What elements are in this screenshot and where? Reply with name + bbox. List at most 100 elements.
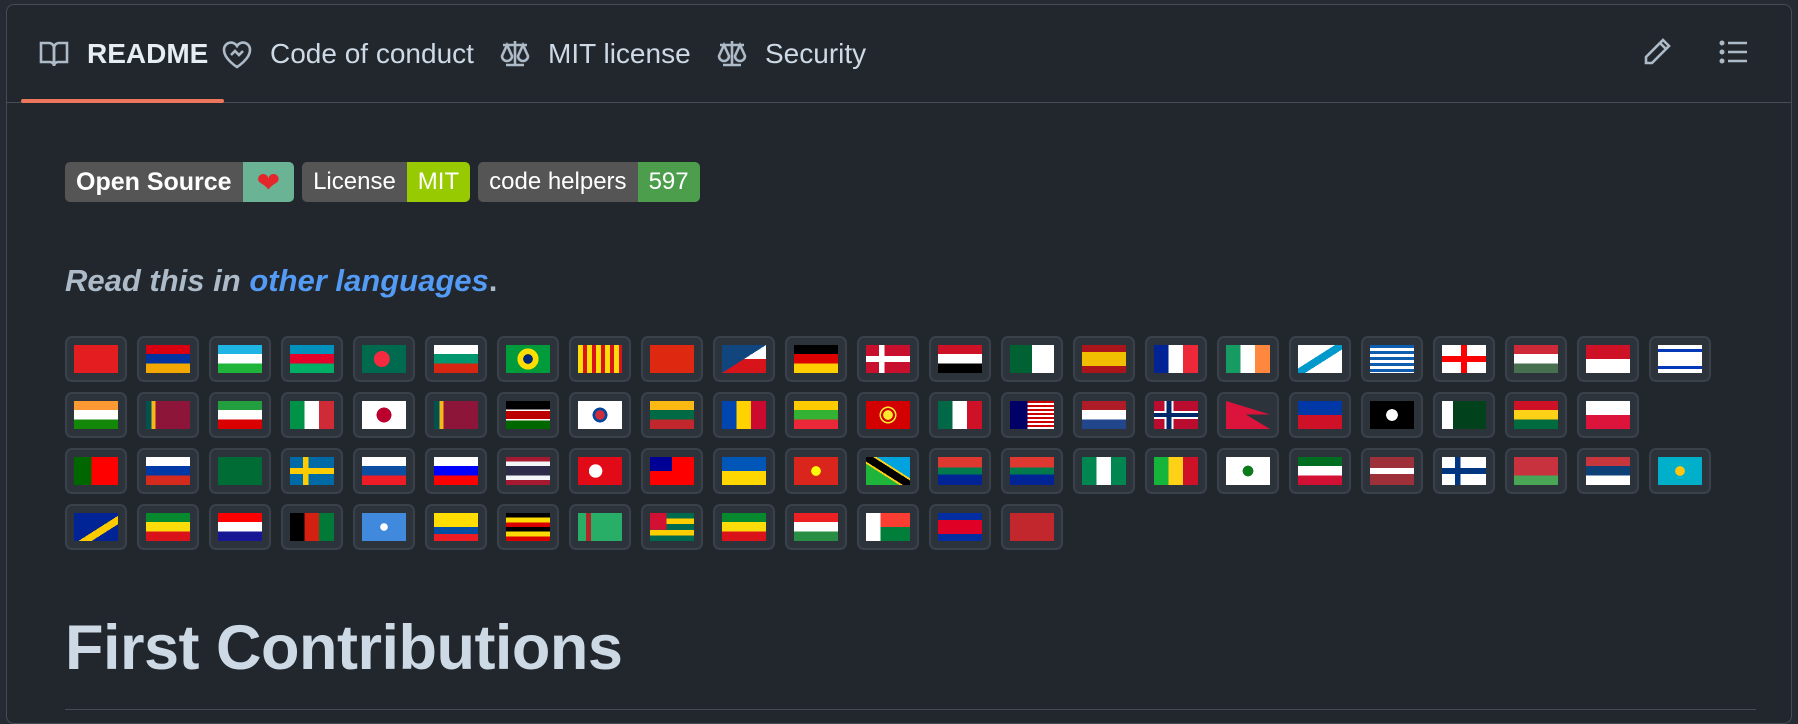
language-flag-link[interactable] [1433, 392, 1495, 438]
tab-security[interactable]: Security [715, 5, 866, 102]
flag-icon [938, 345, 982, 373]
language-flag-link[interactable] [1001, 504, 1063, 550]
language-flag-link[interactable] [1433, 336, 1495, 382]
language-flag-link[interactable] [1505, 392, 1567, 438]
language-flag-link[interactable] [857, 448, 919, 494]
language-flag-link[interactable] [1577, 392, 1639, 438]
language-flag-link[interactable] [929, 448, 991, 494]
language-flag-link[interactable] [1289, 336, 1351, 382]
language-flag-link[interactable] [929, 336, 991, 382]
language-flag-link[interactable] [1289, 448, 1351, 494]
language-flag-link[interactable] [1217, 336, 1279, 382]
flag-icon [362, 345, 406, 373]
language-flag-link[interactable] [497, 392, 559, 438]
language-flag-link[interactable] [1001, 448, 1063, 494]
tab-readme[interactable]: README [20, 5, 225, 103]
flag-icon [866, 345, 910, 373]
badge-label: code helpers [478, 162, 638, 202]
language-flag-link[interactable] [137, 336, 199, 382]
language-flag-link[interactable] [641, 392, 703, 438]
language-flag-link[interactable] [785, 448, 847, 494]
language-flag-link[interactable] [137, 392, 199, 438]
tab-label: MIT license [548, 37, 691, 69]
language-flag-link[interactable] [785, 392, 847, 438]
language-flag-link[interactable] [713, 504, 775, 550]
open-source-badge[interactable]: Open Source ❤ [65, 162, 295, 202]
language-flag-link[interactable] [65, 336, 127, 382]
language-flag-link[interactable] [425, 504, 487, 550]
language-flag-link[interactable] [209, 448, 271, 494]
language-flag-link[interactable] [425, 392, 487, 438]
language-flag-link[interactable] [713, 448, 775, 494]
language-flag-link[interactable] [929, 504, 991, 550]
language-flag-link[interactable] [569, 336, 631, 382]
language-flag-link[interactable] [569, 448, 631, 494]
language-flag-link[interactable] [1217, 448, 1279, 494]
language-flag-link[interactable] [857, 336, 919, 382]
language-flag-link[interactable] [641, 336, 703, 382]
language-flag-link[interactable] [281, 392, 343, 438]
flag-icon [434, 513, 478, 541]
language-flag-link[interactable] [641, 448, 703, 494]
language-flag-link[interactable] [1505, 336, 1567, 382]
language-flag-link[interactable] [1073, 392, 1135, 438]
language-flag-link[interactable] [497, 336, 559, 382]
language-flag-link[interactable] [209, 392, 271, 438]
language-flag-link[interactable] [1001, 336, 1063, 382]
language-flag-link[interactable] [281, 448, 343, 494]
tab-code-of-conduct[interactable]: Code of conduct [220, 5, 474, 102]
language-flag-link[interactable] [1361, 336, 1423, 382]
language-flag-link[interactable] [137, 504, 199, 550]
language-flags [65, 336, 1745, 560]
tab-mit-license[interactable]: MIT license [498, 5, 691, 102]
language-flag-link[interactable] [65, 392, 127, 438]
language-flag-link[interactable] [1433, 448, 1495, 494]
language-flag-link[interactable] [281, 504, 343, 550]
language-flag-link[interactable] [137, 448, 199, 494]
language-flag-link[interactable] [569, 392, 631, 438]
language-flag-link[interactable] [1289, 392, 1351, 438]
language-flag-link[interactable] [1577, 336, 1639, 382]
language-flag-link[interactable] [785, 504, 847, 550]
language-flag-link[interactable] [281, 336, 343, 382]
edit-button[interactable] [1638, 35, 1676, 73]
language-flag-link[interactable] [353, 392, 415, 438]
language-flag-link[interactable] [497, 504, 559, 550]
license-badge[interactable]: License MIT [302, 162, 471, 202]
outline-button[interactable] [1715, 35, 1753, 73]
language-flag-link[interactable] [713, 336, 775, 382]
other-languages-link[interactable]: other languages [249, 263, 488, 298]
language-flag-link[interactable] [1145, 336, 1207, 382]
language-flag-link[interactable] [929, 392, 991, 438]
language-flag-link[interactable] [209, 336, 271, 382]
language-flag-link[interactable] [1649, 448, 1711, 494]
language-flag-link[interactable] [857, 504, 919, 550]
language-flag-link[interactable] [1361, 392, 1423, 438]
language-flag-link[interactable] [353, 448, 415, 494]
language-flag-link[interactable] [1649, 336, 1711, 382]
language-flag-link[interactable] [1145, 392, 1207, 438]
language-flag-link[interactable] [1217, 392, 1279, 438]
language-flag-link[interactable] [713, 392, 775, 438]
language-flag-link[interactable] [1145, 448, 1207, 494]
language-flag-link[interactable] [569, 504, 631, 550]
language-flag-link[interactable] [1505, 448, 1567, 494]
language-flag-link[interactable] [209, 504, 271, 550]
language-flag-link[interactable] [1577, 448, 1639, 494]
flag-row [65, 392, 1745, 438]
language-flag-link[interactable] [425, 336, 487, 382]
language-flag-link[interactable] [641, 504, 703, 550]
language-flag-link[interactable] [353, 336, 415, 382]
language-flag-link[interactable] [353, 504, 415, 550]
language-flag-link[interactable] [1073, 448, 1135, 494]
language-flag-link[interactable] [857, 392, 919, 438]
language-flag-link[interactable] [1001, 392, 1063, 438]
language-flag-link[interactable] [1361, 448, 1423, 494]
language-flag-link[interactable] [1073, 336, 1135, 382]
code-helpers-badge[interactable]: code helpers 597 [478, 162, 700, 202]
language-flag-link[interactable] [65, 448, 127, 494]
language-flag-link[interactable] [425, 448, 487, 494]
language-flag-link[interactable] [785, 336, 847, 382]
language-flag-link[interactable] [497, 448, 559, 494]
language-flag-link[interactable] [65, 504, 127, 550]
